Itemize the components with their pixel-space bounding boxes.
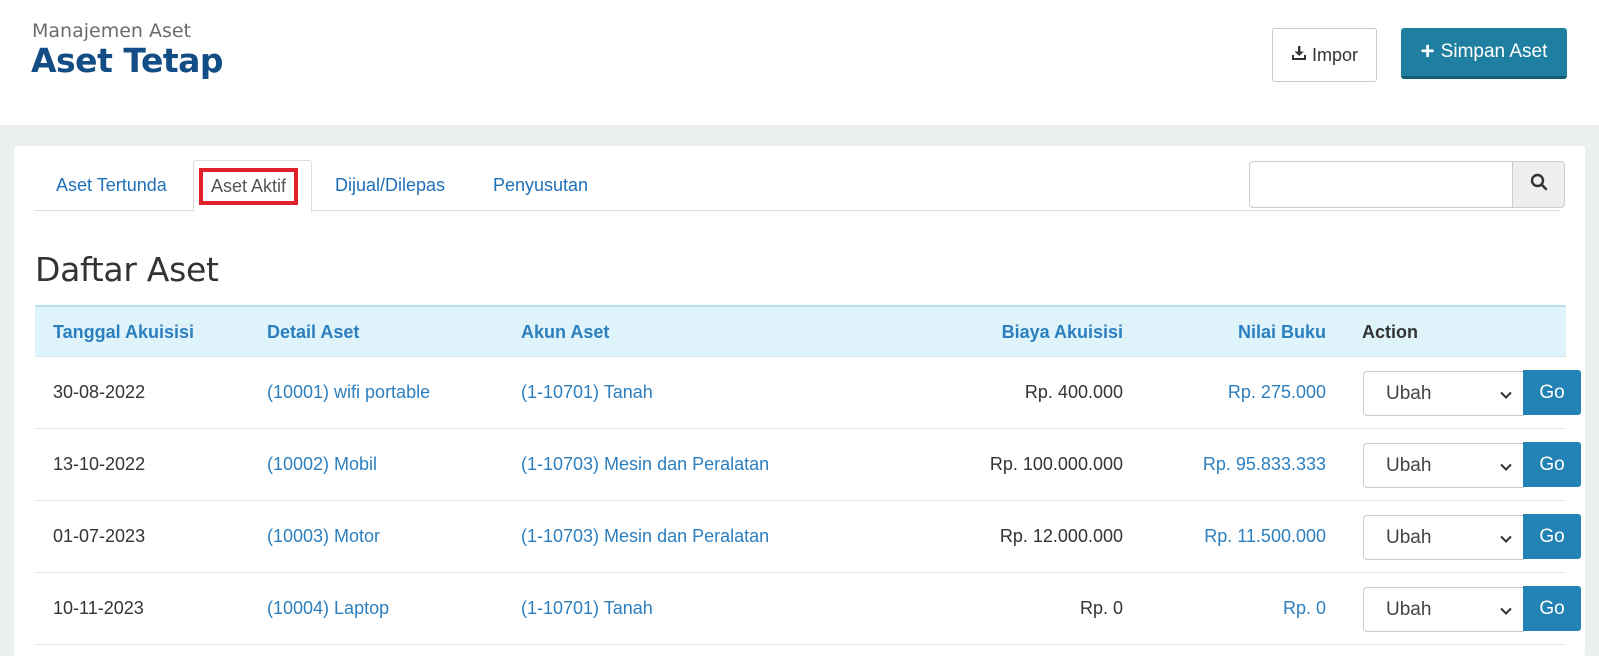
col-acquisition-date[interactable]: Tanggal Akuisisi xyxy=(53,307,194,357)
acquisition-date: 13-10-2022 xyxy=(53,454,146,474)
page-title: Aset Tetap xyxy=(31,41,224,80)
col-asset-account[interactable]: Akun Aset xyxy=(521,307,609,357)
acquisition-cost: Rp. 0 xyxy=(1079,598,1123,618)
chevron-down-icon xyxy=(1499,386,1513,408)
go-button[interactable]: Go xyxy=(1523,442,1581,487)
table-row: 30-08-2022 (10001) wifi portable (1-1070… xyxy=(35,357,1581,429)
action-select[interactable]: Ubah xyxy=(1363,515,1524,560)
asset-detail-link[interactable]: (10002) Mobil xyxy=(267,429,377,500)
tab-label: Dijual/Dilepas xyxy=(335,175,446,195)
book-value-link[interactable]: Rp. 0 xyxy=(1135,573,1326,644)
asset-table: Tanggal Akuisisi Detail Aset Akun Aset B… xyxy=(35,305,1581,645)
tab-sold-disposed[interactable]: Dijual/Dilepas xyxy=(335,160,445,211)
acquisition-date: 01-07-2023 xyxy=(53,526,146,546)
asset-detail-link[interactable]: (10004) Laptop xyxy=(267,573,389,644)
table-row: 13-10-2022 (10002) Mobil (1-10703) Mesin… xyxy=(35,429,1581,501)
acquisition-cost: Rp. 12.000.000 xyxy=(999,526,1123,546)
action-select-value: Ubah xyxy=(1386,382,1432,404)
page-header: Manajemen Aset Aset Tetap Impor + Simpan… xyxy=(0,0,1599,125)
action-select[interactable]: Ubah xyxy=(1363,587,1524,632)
acquisition-cost: Rp. 400.000 xyxy=(1024,382,1123,402)
asset-detail-link[interactable]: (10001) wifi portable xyxy=(267,357,430,428)
book-value-link[interactable]: Rp. 11.500.000 xyxy=(1135,501,1326,572)
chevron-down-icon xyxy=(1499,458,1513,480)
asset-account-link[interactable]: (1-10701) Tanah xyxy=(521,357,653,428)
col-acquisition-cost[interactable]: Biaya Akuisisi xyxy=(915,307,1123,357)
import-label: Impor xyxy=(1311,44,1358,65)
col-asset-detail[interactable]: Detail Aset xyxy=(267,307,359,357)
acquisition-date: 10-11-2023 xyxy=(53,598,144,618)
tab-label: Aset Tertunda xyxy=(56,175,167,195)
chevron-down-icon xyxy=(1499,602,1513,624)
chevron-down-icon xyxy=(1499,530,1513,552)
go-button[interactable]: Go xyxy=(1523,586,1581,631)
action-select-value: Ubah xyxy=(1386,454,1432,476)
book-value-link[interactable]: Rp. 275.000 xyxy=(1135,357,1326,428)
search-button[interactable] xyxy=(1512,162,1564,207)
acquisition-cost: Rp. 100.000.000 xyxy=(989,454,1123,474)
tab-label: Penyusutan xyxy=(493,175,589,195)
search-box xyxy=(1249,161,1565,208)
acquisition-date: 30-08-2022 xyxy=(53,382,146,402)
asset-account-link[interactable]: (1-10703) Mesin dan Peralatan xyxy=(521,429,769,500)
col-action: Action xyxy=(1362,321,1418,342)
plus-icon: + xyxy=(1420,38,1435,65)
asset-account-link[interactable]: (1-10703) Mesin dan Peralatan xyxy=(521,501,769,572)
tab-active-assets[interactable]: Aset Aktif xyxy=(193,160,312,212)
asset-detail-link[interactable]: (10003) Motor xyxy=(267,501,380,572)
search-input[interactable] xyxy=(1250,162,1512,207)
go-button[interactable]: Go xyxy=(1523,514,1581,559)
tab-highlight-box: Aset Aktif xyxy=(199,167,299,205)
action-select[interactable]: Ubah xyxy=(1363,371,1524,416)
tab-label: Aset Aktif xyxy=(211,175,287,196)
search-icon xyxy=(1530,173,1548,196)
tab-pending-assets[interactable]: Aset Tertunda xyxy=(56,160,167,211)
asset-account-link[interactable]: (1-10701) Tanah xyxy=(521,573,653,644)
tab-depreciation[interactable]: Penyusutan xyxy=(493,160,588,211)
action-select-value: Ubah xyxy=(1386,598,1432,620)
import-button[interactable]: Impor xyxy=(1272,28,1377,82)
table-row: 01-07-2023 (10003) Motor (1-10703) Mesin… xyxy=(35,501,1581,573)
save-asset-label: Simpan Aset xyxy=(1440,41,1548,62)
page-supertitle: Manajemen Aset xyxy=(32,20,192,42)
table-header-row: Tanggal Akuisisi Detail Aset Akun Aset B… xyxy=(35,305,1566,357)
asset-list-title: Daftar Aset xyxy=(35,250,219,289)
col-book-value[interactable]: Nilai Buku xyxy=(1135,307,1326,357)
book-value-link[interactable]: Rp. 95.833.333 xyxy=(1135,429,1326,500)
table-row: 10-11-2023 (10004) Laptop (1-10701) Tana… xyxy=(35,573,1581,645)
download-icon xyxy=(1291,45,1307,66)
go-button[interactable]: Go xyxy=(1523,370,1581,415)
action-select-value: Ubah xyxy=(1386,526,1432,548)
action-select[interactable]: Ubah xyxy=(1363,443,1524,488)
save-asset-button[interactable]: + Simpan Aset xyxy=(1401,28,1567,79)
